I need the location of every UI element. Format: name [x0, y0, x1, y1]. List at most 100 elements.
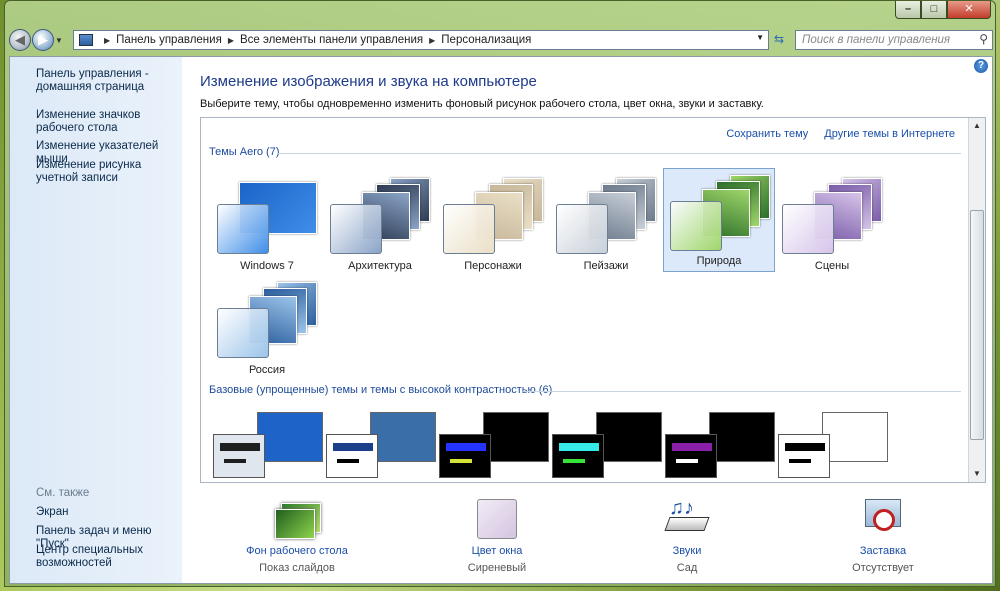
- theme-preview: [483, 412, 549, 462]
- aero-group-label: Темы Aero (7): [209, 146, 280, 158]
- theme-actions: Сохранить тему Другие темы в Интернете: [726, 128, 955, 140]
- window-preview: [326, 434, 378, 478]
- theme-preview: [596, 412, 662, 462]
- see-also-header: См. также: [36, 487, 90, 499]
- setting-item[interactable]: Заставка Отсутствует: [808, 497, 958, 574]
- search-placeholder: Поиск в панели управления: [802, 34, 951, 46]
- basic-theme-tile[interactable]: [439, 412, 551, 478]
- back-button[interactable]: ◀: [9, 29, 31, 51]
- setting-value: Показ слайдов: [259, 562, 335, 574]
- theme-label: Сцены: [814, 260, 850, 272]
- refresh-icon[interactable]: ⇆: [771, 32, 787, 48]
- theme-tile[interactable]: Природа: [663, 168, 775, 272]
- window-color-icon[interactable]: [473, 497, 521, 541]
- scroll-down-icon[interactable]: ▼: [969, 466, 985, 482]
- window-preview: [213, 434, 265, 478]
- forward-button[interactable]: ▶: [32, 29, 54, 51]
- sidebar-link-home[interactable]: Панель управления - домашняя страница: [36, 68, 181, 94]
- breadcrumb-all-items[interactable]: Все элементы панели управления: [240, 34, 423, 46]
- screensaver-icon[interactable]: [859, 497, 907, 541]
- setting-title[interactable]: Заставка: [808, 545, 958, 557]
- theme-preview: [443, 178, 543, 254]
- gallery-scrollbar[interactable]: ▲ ▼: [968, 118, 985, 482]
- recent-pages-dropdown[interactable]: ▼: [55, 36, 65, 45]
- theme-label: Пейзажи: [583, 260, 629, 272]
- theme-label: Персонажи: [464, 260, 522, 272]
- page-description: Выберите тему, чтобы одновременно измени…: [200, 98, 764, 110]
- scroll-up-icon[interactable]: ▲: [969, 118, 985, 134]
- window-preview: [778, 434, 830, 478]
- theme-label: Архитектура: [348, 260, 412, 272]
- theme-preview: [709, 412, 775, 462]
- setting-value: Отсутствует: [852, 562, 914, 574]
- chevron-right-icon[interactable]: ▶: [104, 36, 110, 45]
- theme-gallery: Сохранить тему Другие темы в Интернете Т…: [200, 117, 986, 483]
- basic-theme-tile[interactable]: [665, 412, 777, 478]
- theme-tile[interactable]: Windows 7: [211, 172, 323, 276]
- search-icon[interactable]: ⚲: [979, 32, 988, 46]
- theme-preview: [782, 178, 882, 254]
- theme-label: Windows 7: [240, 260, 294, 272]
- theme-preview: [217, 178, 317, 254]
- breadcrumb-control-panel[interactable]: Панель управления: [116, 34, 222, 46]
- theme-preview: [330, 178, 430, 254]
- close-button[interactable]: ✕: [947, 1, 991, 19]
- theme-preview: [217, 282, 317, 358]
- theme-tile[interactable]: Россия: [211, 276, 323, 380]
- address-dropdown-icon[interactable]: ▼: [756, 33, 764, 42]
- theme-tile[interactable]: Сцены: [776, 172, 888, 276]
- divider: [523, 391, 961, 392]
- chevron-right-icon[interactable]: ▶: [429, 36, 435, 45]
- save-theme-link[interactable]: Сохранить тему: [726, 128, 808, 140]
- sidebar-link-desktop-icons[interactable]: Изменение значков рабочего стола: [36, 109, 181, 135]
- navigation-bar: ◀ ▶ ▼ ▶ Панель управления ▶ Все элементы…: [9, 28, 993, 52]
- address-bar[interactable]: ▶ Панель управления ▶ Все элементы панел…: [73, 30, 769, 50]
- theme-preview: [822, 412, 888, 462]
- setting-value: Сиреневый: [467, 562, 527, 574]
- setting-item[interactable]: Фон рабочего стола Показ слайдов: [222, 497, 372, 574]
- control-panel-window: – □ ✕ ◀ ▶ ▼ ▶ Панель управления ▶ Все эл…: [4, 0, 996, 587]
- theme-tile[interactable]: Архитектура: [324, 172, 436, 276]
- theme-tile[interactable]: Персонажи: [437, 172, 549, 276]
- window-preview: [439, 434, 491, 478]
- window-preview: [665, 434, 717, 478]
- theme-preview: [670, 175, 770, 251]
- wallpaper-icon[interactable]: [273, 497, 321, 541]
- basic-theme-tile[interactable]: [213, 412, 325, 478]
- control-panel-icon: [79, 34, 93, 46]
- setting-title[interactable]: Звуки: [612, 545, 762, 557]
- basic-theme-tile[interactable]: [326, 412, 438, 478]
- sidebar-link-ease-of-access[interactable]: Центр специальных возможностей: [36, 544, 181, 570]
- page-title: Изменение изображения и звука на компьют…: [200, 73, 537, 90]
- minimize-button[interactable]: –: [895, 1, 921, 19]
- sounds-icon[interactable]: ♫♪: [663, 497, 711, 541]
- more-themes-link[interactable]: Другие темы в Интернете: [824, 128, 955, 140]
- setting-title[interactable]: Цвет окна: [422, 545, 572, 557]
- theme-label: Природа: [696, 255, 742, 267]
- setting-title[interactable]: Фон рабочего стола: [222, 545, 372, 557]
- caption-buttons: – □ ✕: [895, 1, 991, 19]
- basic-theme-tile[interactable]: [552, 412, 664, 478]
- breadcrumb-personalization[interactable]: Персонализация: [441, 34, 531, 46]
- main-panel: ? Изменение изображения и звука на компь…: [182, 57, 992, 583]
- setting-item[interactable]: ♫♪ Звуки Сад: [612, 497, 762, 574]
- chevron-right-icon[interactable]: ▶: [228, 36, 234, 45]
- theme-tile[interactable]: Пейзажи: [550, 172, 662, 276]
- basic-theme-tile[interactable]: [778, 412, 890, 478]
- sidebar-link-account-picture[interactable]: Изменение рисунка учетной записи: [36, 159, 181, 185]
- theme-preview: [257, 412, 323, 462]
- setting-item[interactable]: Цвет окна Сиреневый: [422, 497, 572, 574]
- search-input[interactable]: Поиск в панели управления ⚲: [795, 30, 993, 50]
- maximize-button[interactable]: □: [921, 1, 947, 19]
- sidebar-link-display[interactable]: Экран: [36, 506, 181, 519]
- content-area: Панель управления - домашняя страница Из…: [9, 56, 993, 584]
- window-preview: [552, 434, 604, 478]
- help-icon[interactable]: ?: [974, 59, 988, 73]
- theme-preview: [370, 412, 436, 462]
- divider: [277, 153, 961, 154]
- basic-group-label: Базовые (упрощенные) темы и темы с высок…: [209, 384, 553, 396]
- scroll-thumb[interactable]: [970, 210, 984, 440]
- theme-label: Россия: [248, 364, 286, 376]
- setting-value: Сад: [676, 562, 698, 574]
- task-pane: Панель управления - домашняя страница Из…: [10, 57, 182, 583]
